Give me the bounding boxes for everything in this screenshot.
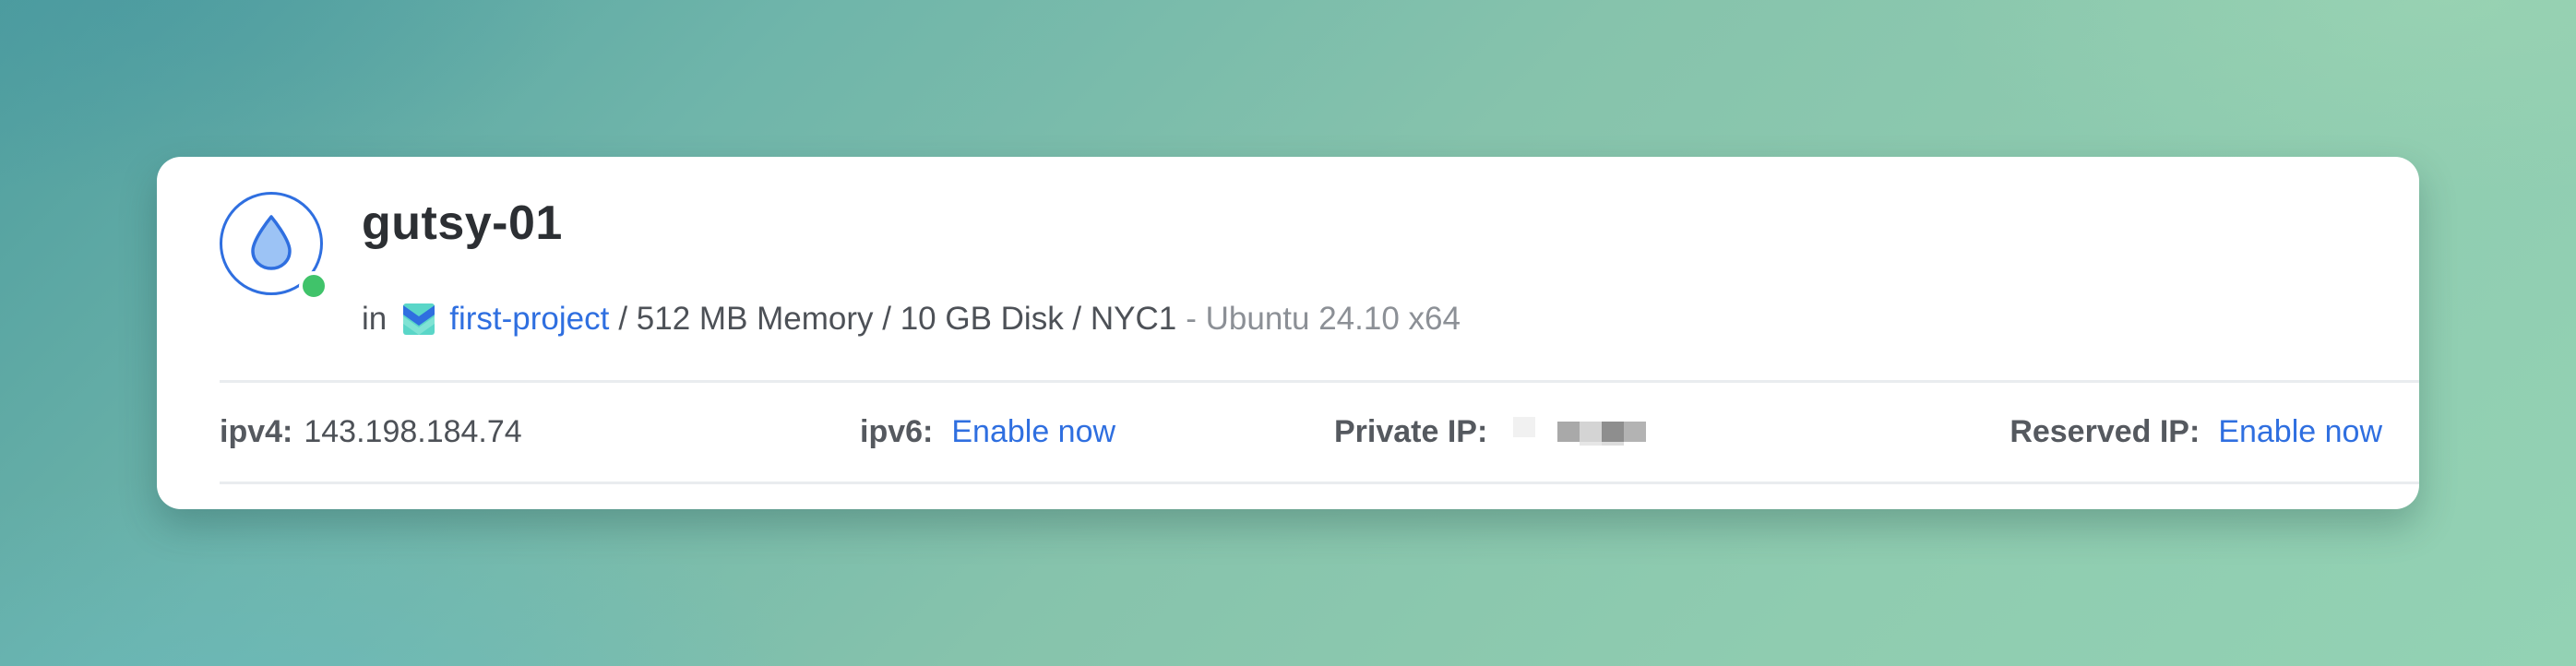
private-ip-label: Private IP: — [1334, 413, 1488, 449]
ipv4-item: ipv4: 143.198.184.74 — [220, 382, 522, 482]
project-link[interactable]: first-project — [449, 301, 609, 338]
ipv4-label: ipv4: — [220, 413, 293, 449]
droplet-os: - Ubuntu 24.10 x64 — [1186, 301, 1461, 337]
reserved-ip-item: Reserved IP: Enable now — [2010, 382, 2382, 482]
droplet-meta: in first-project / 512 MB Memory / 10 GB… — [362, 301, 1461, 338]
droplet-avatar — [220, 192, 334, 306]
droplet-specs: / 512 MB Memory / 10 GB Disk / NYC1 — [618, 301, 1177, 337]
project-icon — [403, 303, 435, 335]
droplet-header: gutsy-01 in first-project / 512 MB Memor… — [220, 192, 2382, 337]
droplet-card: gutsy-01 in first-project / 512 MB Memor… — [157, 157, 2419, 509]
private-ip-item: Private IP: — [1334, 382, 1652, 482]
reserved-ip-enable-link[interactable]: Enable now — [2218, 414, 2382, 450]
ipv6-item: ipv6: Enable now — [860, 382, 1115, 482]
network-row: ipv4: 143.198.184.74 ipv6: Enable now Pr… — [220, 382, 2382, 482]
droplet-name: gutsy-01 — [362, 196, 563, 250]
droplet-icon — [251, 215, 292, 270]
reserved-ip-label: Reserved IP: — [2010, 413, 2200, 449]
ipv6-label: ipv6: — [860, 413, 934, 449]
in-label: in — [362, 301, 388, 337]
private-ip-redacted — [1513, 413, 1652, 450]
status-indicator — [299, 271, 328, 301]
ipv6-enable-link[interactable]: Enable now — [951, 414, 1115, 450]
ipv4-value[interactable]: 143.198.184.74 — [304, 414, 521, 450]
divider-bottom — [220, 482, 2419, 484]
